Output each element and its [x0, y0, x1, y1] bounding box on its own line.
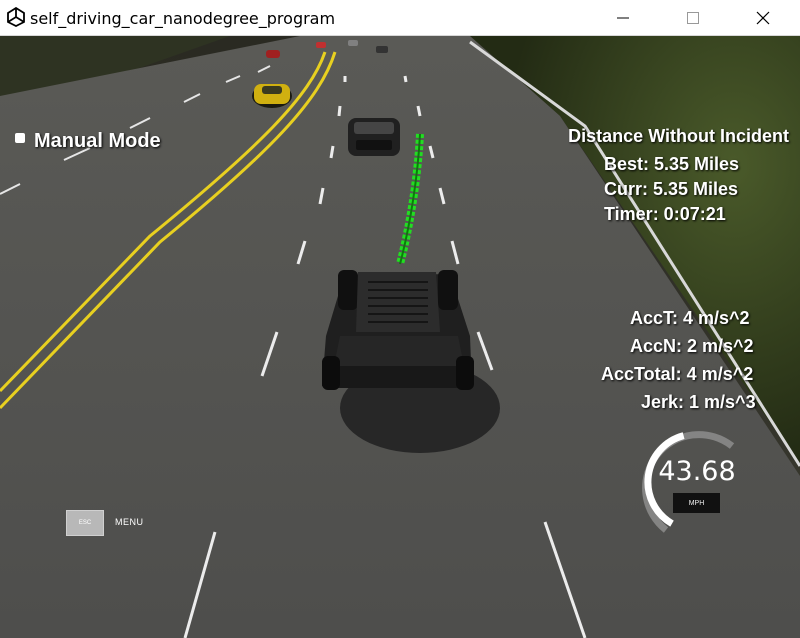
speed-unit: MPH [673, 493, 720, 513]
maximize-icon [687, 12, 699, 24]
game-viewport[interactable]: Manual Mode Distance Without Incident Be… [0, 36, 800, 638]
minimize-icon [617, 17, 629, 19]
mode-indicator-icon [15, 133, 25, 143]
unity-icon [7, 7, 25, 27]
acc-total: AccTotal: 4 m/s^2 [601, 364, 754, 384]
distance-heading: Distance Without Incident [568, 126, 789, 146]
close-button[interactable] [740, 0, 786, 36]
acceleration-panel: AccT: 4 m/s^2 AccN: 2 m/s^2 AccTotal: 4 … [580, 308, 790, 418]
close-icon [756, 11, 770, 25]
current-distance: Curr: 5.35 Miles [604, 179, 739, 199]
menu-label: MENU [115, 517, 144, 527]
timer: Timer: 0:07:21 [604, 204, 726, 224]
mode-label: Manual Mode [34, 130, 161, 152]
esc-menu-button[interactable]: ESC [66, 510, 104, 536]
best-distance: Best: 5.35 Miles [604, 154, 740, 174]
window-title: self_driving_car_nanodegree_program [30, 9, 336, 28]
acc-n: AccN: 2 m/s^2 [630, 336, 754, 356]
esc-key-label: ESC [78, 520, 92, 526]
window-titlebar[interactable]: self_driving_car_nanodegree_program [0, 0, 800, 36]
minimize-button[interactable] [600, 0, 646, 36]
speed-value: 43.68 [658, 456, 736, 487]
jerk: Jerk: 1 m/s^3 [641, 392, 756, 412]
acc-t: AccT: 4 m/s^2 [630, 308, 750, 328]
maximize-button[interactable] [670, 0, 716, 36]
